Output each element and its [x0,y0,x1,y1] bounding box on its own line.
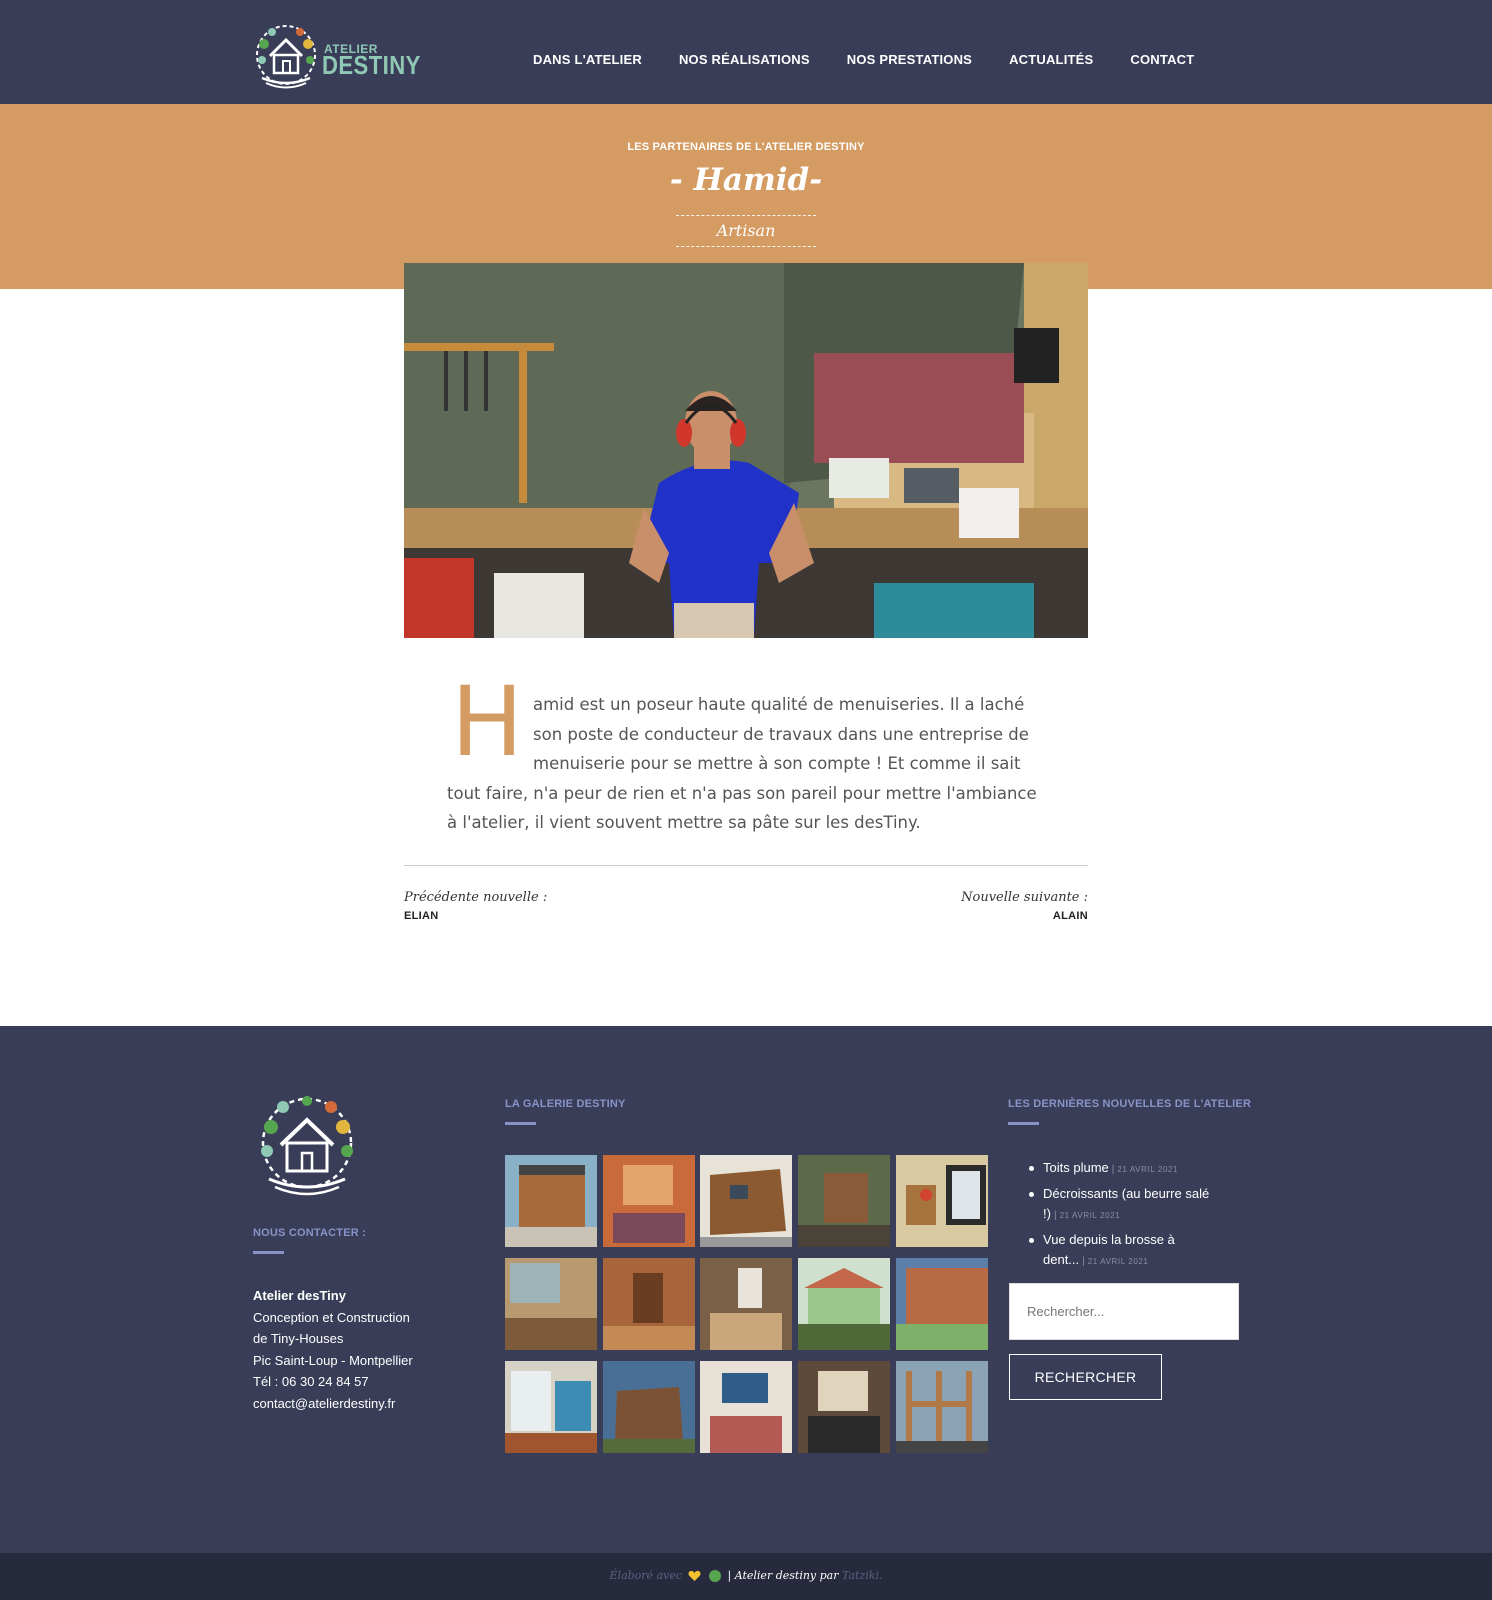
list-item: Vue depuis la brosse à dent... | 21 AVRIL … [1029,1230,1229,1272]
contact-email-link[interactable]: contact@atelierdestiny.fr [253,1396,395,1411]
gallery-thumbnail[interactable] [602,1258,695,1350]
next-post-link[interactable]: ALAIN [1053,910,1088,922]
credit-prefix: Élaboré avec [609,1569,683,1582]
gallery-thumbnail[interactable] [700,1361,793,1453]
news-date: 21 AVRIL 2021 [1087,1257,1149,1266]
gallery-heading-underline [505,1122,536,1125]
search-button[interactable]: RECHERCHER [1009,1354,1162,1400]
news-date: 21 AVRIL 2021 [1117,1165,1179,1174]
footer-logo-icon [261,1096,353,1196]
contact-line: de Tiny-Houses [253,1331,344,1346]
post-subtitle: Artisan [716,221,776,240]
contact-name: Atelier desTiny [253,1288,346,1303]
gallery-thumbnail[interactable] [895,1155,988,1247]
contact-heading: NOUS CONTACTER : [253,1227,366,1239]
nav-item-contact[interactable]: CONTACT [1130,52,1194,67]
next-post-label: Nouvelle suivante : [961,890,1088,905]
featured-photo [404,263,1088,638]
gallery-thumbnail[interactable] [895,1258,988,1350]
contact-phone: Tél : 06 30 24 84 57 [253,1374,369,1389]
gallery-thumbnail[interactable] [602,1361,695,1453]
gallery-thumbnail[interactable] [505,1258,597,1350]
site-credit: Élaboré avec | Atelier destiny par Tatzi… [0,1569,1492,1582]
gallery-heading: LA GALERIE DESTINY [505,1098,626,1110]
category-kicker: LES PARTENAIRES DE L'ATELIER DESTINY [627,141,865,153]
contact-address: Pic Saint-Loup - Montpellier [253,1352,413,1368]
heart-icon [688,1570,701,1581]
logo-wordmark-main: DESTINY [322,50,421,80]
search-input[interactable] [1009,1283,1239,1340]
article-body: amid est un poseur haute qualité de menu… [447,695,1037,832]
credit-suffix: . [878,1569,883,1582]
gallery-thumbnail[interactable] [505,1361,597,1453]
gallery-grid [505,1155,988,1453]
news-link[interactable]: Toits plume [1043,1160,1109,1175]
house-tree-logo-icon [256,25,316,89]
credit-middle: | Atelier destiny par [727,1569,839,1582]
site-header: ATELIER DESTINY DANS L'ATELIER NOS RÉALI… [0,0,1492,104]
contact-line: Conception et Construction [253,1309,410,1325]
nav-item-atelier[interactable]: DANS L'ATELIER [533,52,642,67]
post-title: - Hamid- [669,162,823,198]
nav-item-actualites[interactable]: ACTUALITÉS [1009,52,1093,67]
news-date: 21 AVRIL 2021 [1059,1211,1121,1220]
list-item: Toits plume | 21 AVRIL 2021 [1029,1158,1229,1180]
gallery-thumbnail[interactable] [700,1155,793,1247]
gallery-thumbnail[interactable] [798,1258,891,1350]
nav-item-realisations[interactable]: NOS RÉALISATIONS [679,52,810,67]
site-logo[interactable]: ATELIER DESTINY [252,22,420,92]
nav-item-prestations[interactable]: NOS PRESTATIONS [847,52,972,67]
workshop-photo-illustration [404,263,1088,638]
gallery-thumbnail[interactable] [602,1155,695,1247]
tree-icon [709,1570,722,1582]
news-separator: | [1082,1256,1085,1267]
gallery-thumbnail[interactable] [700,1258,793,1350]
gallery-thumbnail[interactable] [798,1155,891,1247]
bottom-bar: Élaboré avec | Atelier destiny par Tatzi… [0,1553,1492,1600]
list-item: Décroissants (au beurre salé !) | 21 AVRIL… [1029,1184,1229,1226]
contact-block: Atelier desTiny Conception et Constructi… [253,1285,413,1414]
subtitle-frame: Artisan [676,215,816,247]
credit-author-link[interactable]: Tatziki [842,1569,879,1582]
news-heading-underline [1008,1122,1039,1125]
prev-post-link[interactable]: ELIAN [404,910,439,922]
news-heading: LES DERNIÈRES NOUVELLES DE L'ATELIER [1008,1098,1252,1110]
article-divider [404,865,1088,866]
gallery-thumbnail[interactable] [505,1155,597,1247]
prev-post-label: Précédente nouvelle : [404,890,548,905]
main-navigation: DANS L'ATELIER NOS RÉALISATIONS NOS PRES… [533,52,1231,67]
gallery-thumbnail[interactable] [895,1361,988,1453]
news-separator: | [1053,1210,1057,1221]
gallery-thumbnail[interactable] [798,1361,891,1453]
news-list: Toits plume | 21 AVRIL 2021 Décroissants (… [1029,1158,1229,1276]
contact-heading-underline [253,1251,284,1254]
news-separator: | [1111,1164,1115,1175]
